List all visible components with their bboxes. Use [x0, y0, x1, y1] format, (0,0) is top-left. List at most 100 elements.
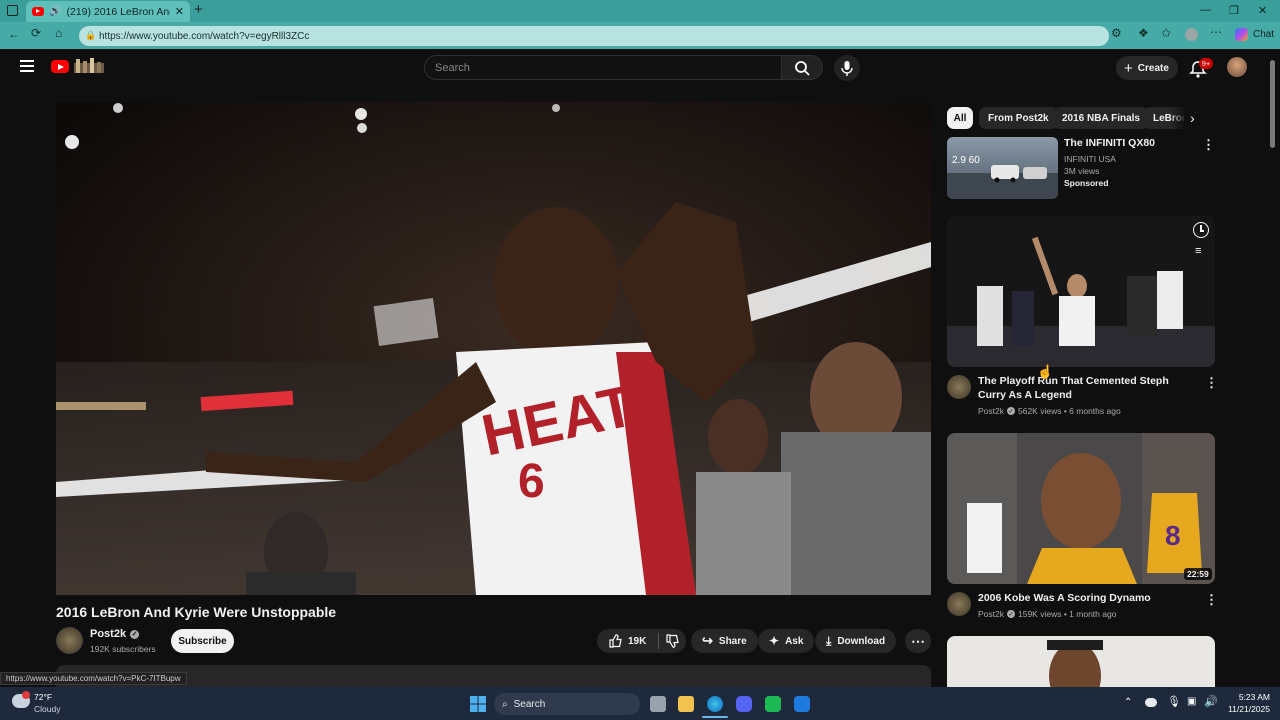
search-button[interactable]	[781, 55, 823, 80]
chip-all[interactable]: All	[947, 107, 973, 129]
account-avatar[interactable]	[1227, 57, 1247, 77]
speaker-icon[interactable]: 🔊	[49, 6, 61, 17]
edge-browser-icon[interactable]	[707, 696, 723, 712]
search-input[interactable]: Search	[424, 55, 782, 80]
clock-date[interactable]: 11/21/2025	[1222, 704, 1270, 714]
restore-button[interactable]: ❐	[1229, 4, 1239, 17]
youtube-favicon-icon	[32, 7, 44, 16]
chevron-right-icon[interactable]: ›	[1190, 110, 1195, 126]
chip-from-post2k[interactable]: From Post2k	[979, 107, 1058, 129]
address-field[interactable]: 🔒 https://www.youtube.com/watch?v=egyRll…	[79, 26, 1109, 46]
youtube-logo-icon[interactable]	[51, 60, 69, 73]
download-button[interactable]: ⤓ Download	[815, 629, 897, 653]
taskbar-search-box[interactable]: ⌕ Search	[494, 693, 640, 715]
chat-label[interactable]: Chat	[1253, 29, 1274, 40]
share-button[interactable]: ↪ Share	[691, 629, 758, 653]
channel-name[interactable]: Post2k ✓	[90, 628, 140, 640]
url-text: https://www.youtube.com/watch?v=egyRlll3…	[99, 30, 310, 42]
taskbar-search-icon: ⌕	[502, 698, 508, 710]
watch-later-icon[interactable]	[1193, 222, 1209, 238]
weather-alert-badge	[22, 691, 30, 699]
rec-channel-2[interactable]: Post2k	[978, 609, 1004, 619]
video-player[interactable]: HEAT 6	[56, 102, 931, 595]
search-icon	[795, 61, 810, 76]
rec-meta-row-1: Post2k ✓ 562K views • 6 months ago	[978, 406, 1121, 416]
close-window-button[interactable]: ✕	[1258, 4, 1267, 17]
weather-desc: Cloudy	[34, 704, 61, 714]
ad-title[interactable]: The INFINITI QX80	[1064, 136, 1155, 150]
rec-channel-avatar-2[interactable]	[947, 592, 971, 616]
rec-menu-icon-2[interactable]: ⋮	[1205, 592, 1218, 608]
ask-button[interactable]: ✦ Ask	[758, 629, 815, 653]
create-button[interactable]: + Create	[1116, 56, 1178, 80]
ad-views: 3M views	[1064, 166, 1100, 176]
mouse-cursor-icon: ☝	[1037, 364, 1054, 379]
task-view-icon[interactable]	[650, 696, 666, 712]
profile-avatar[interactable]	[1185, 28, 1198, 41]
ad-sponsored-label: Sponsored	[1064, 178, 1109, 188]
jersey-number: 6	[518, 455, 545, 508]
subscribe-button[interactable]: Subscribe	[171, 629, 234, 653]
hamburger-menu-icon[interactable]	[20, 60, 34, 72]
description-box[interactable]	[56, 665, 931, 687]
rec-thumbnail-image-3	[1047, 640, 1103, 687]
doodle-logo-icon[interactable]	[72, 57, 106, 75]
back-icon[interactable]: ←	[8, 27, 20, 41]
windows-start-icon[interactable]	[470, 696, 486, 712]
app-green-icon[interactable]	[765, 696, 781, 712]
clock-time[interactable]: 5:23 AM	[1222, 692, 1270, 702]
discord-icon[interactable]	[736, 696, 752, 712]
volume-icon[interactable]: 🔊	[1204, 695, 1218, 708]
onedrive-icon[interactable]	[1145, 698, 1157, 707]
microphone-tray-icon[interactable]: 🎙	[1167, 695, 1181, 708]
ad-menu-icon[interactable]: ⋮	[1202, 137, 1215, 153]
channel-avatar[interactable]	[56, 627, 83, 654]
favorites-bar-icon[interactable]: ✩	[1161, 26, 1171, 40]
like-dislike-group: 19K	[597, 629, 686, 653]
rec-thumbnail-image-1	[947, 216, 1215, 367]
rec-channel-1[interactable]: Post2k	[978, 406, 1004, 416]
add-to-queue-icon[interactable]: ≡	[1195, 245, 1201, 257]
thumbs-down-icon	[666, 634, 680, 648]
rec-title-2[interactable]: 2006 Kobe Was A Scoring Dynamo	[978, 591, 1196, 605]
scrollbar-thumb[interactable]	[1270, 60, 1275, 148]
lock-icon: 🔒	[85, 30, 97, 40]
rec-thumbnail-1[interactable]: ≡	[947, 216, 1215, 367]
ad-thumbnail[interactable]: 2.9 60	[947, 137, 1058, 199]
rec-channel-avatar-1[interactable]	[947, 375, 971, 399]
file-explorer-icon[interactable]	[678, 696, 694, 712]
video-title: 2016 LeBron And Kyrie Were Unstoppable	[56, 604, 337, 620]
collections-icon[interactable]: ❖	[1138, 26, 1149, 40]
notification-count-badge: 9+	[1199, 58, 1213, 69]
copilot-icon[interactable]	[1235, 28, 1248, 41]
home-icon[interactable]: ⌂	[55, 26, 62, 40]
windows-taskbar	[0, 687, 1280, 720]
app-blue-icon[interactable]	[794, 696, 810, 712]
microphone-icon	[841, 61, 853, 76]
refresh-icon[interactable]: ⟳	[31, 26, 41, 40]
browser-tab-active[interactable]: 🔊 (219) 2016 LeBron And Kyrie ✕	[26, 1, 190, 22]
network-icon[interactable]: ▣	[1187, 696, 1196, 707]
download-icon: ⤓	[826, 633, 832, 648]
like-count: 19K	[628, 635, 647, 647]
like-button[interactable]: 19K	[608, 634, 646, 648]
tab-actions-icon[interactable]	[7, 5, 18, 16]
rec-duration-2: 22:59	[1184, 568, 1212, 580]
dislike-button[interactable]	[665, 634, 680, 648]
ad-advertiser: INFINITI USA	[1064, 154, 1116, 164]
rec-meta-row-2: Post2k ✓ 159K views • 1 month ago	[978, 609, 1116, 619]
browser-tab-bar: 🔊 (219) 2016 LeBron And Kyrie ✕ + — ❐ ✕	[0, 0, 1280, 22]
extensions-icon[interactable]: ⚙	[1111, 26, 1122, 40]
close-tab-icon[interactable]: ✕	[175, 5, 184, 18]
more-actions-button[interactable]: ⋯	[905, 629, 931, 653]
chip-2016-nba-finals[interactable]: 2016 NBA Finals	[1053, 107, 1149, 129]
minimize-button[interactable]: —	[1200, 4, 1211, 16]
rec-thumbnail-2[interactable]: 8 22:59	[947, 433, 1215, 584]
rec-title-1[interactable]: The Playoff Run That Cemented Steph Curr…	[978, 374, 1196, 402]
rec-menu-icon-1[interactable]: ⋮	[1205, 375, 1218, 391]
new-tab-button[interactable]: +	[194, 1, 203, 18]
tray-overflow-icon[interactable]: ⌃	[1124, 697, 1132, 708]
rec-thumbnail-3[interactable]	[947, 636, 1215, 687]
more-menu-icon[interactable]: ⋯	[1210, 25, 1222, 39]
voice-search-button[interactable]	[834, 55, 860, 81]
